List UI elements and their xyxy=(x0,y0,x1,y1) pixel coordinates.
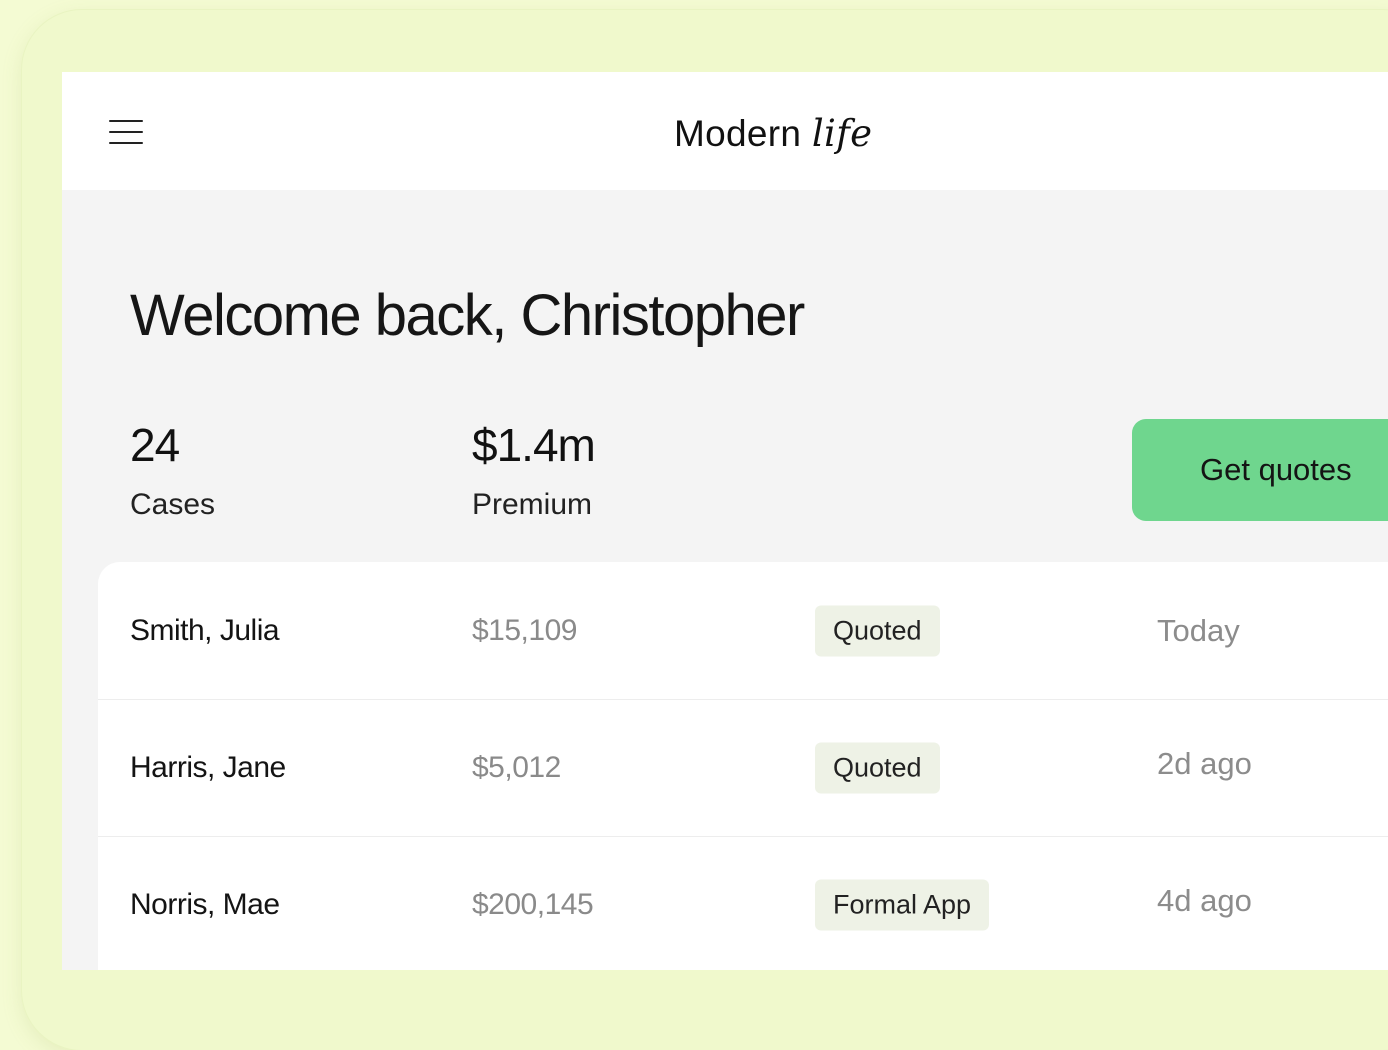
case-name: Norris, Mae xyxy=(130,887,280,921)
stat-cases: 24 Cases xyxy=(130,422,215,520)
case-time: 2d ago xyxy=(1157,745,1252,781)
stat-premium: $1.4m Premium xyxy=(472,419,596,521)
modern-life-logo[interactable]: Modern life xyxy=(674,112,872,155)
table-row[interactable]: Norris, Mae $200,145 Formal App 4d ago xyxy=(98,836,1388,970)
stat-cases-label: Cases xyxy=(130,488,216,521)
top-bar: Modern life xyxy=(62,72,1388,190)
get-quotes-button[interactable]: Get quotes xyxy=(1132,419,1388,521)
welcome-heading: Welcome back, Christopher xyxy=(130,283,805,348)
case-time: Today xyxy=(1157,612,1240,648)
logo-script-text: life xyxy=(811,112,873,155)
hamburger-menu-icon[interactable] xyxy=(106,116,146,148)
status-badge: Quoted xyxy=(815,742,940,793)
app-screen: Modern life Welcome back, Christopher 24… xyxy=(62,72,1388,970)
table-row[interactable]: Harris, Jane $5,012 Quoted 2d ago xyxy=(98,699,1388,837)
logo-text: Modern xyxy=(674,113,812,154)
case-name: Harris, Jane xyxy=(130,750,286,784)
case-time: 4d ago xyxy=(1157,882,1252,918)
case-amount: $15,109 xyxy=(472,613,577,647)
stat-premium-value: $1.4m xyxy=(472,419,596,471)
stat-cases-value: 24 xyxy=(130,419,180,471)
stat-premium-label: Premium xyxy=(472,488,593,521)
table-row[interactable]: Smith, Julia $15,109 Quoted Today xyxy=(98,562,1388,700)
cases-table: Smith, Julia $15,109 Quoted Today Harris… xyxy=(98,562,1388,970)
status-badge: Formal App xyxy=(815,879,990,930)
case-amount: $200,145 xyxy=(472,887,594,921)
case-amount: $5,012 xyxy=(472,750,561,784)
status-badge: Quoted xyxy=(815,605,940,656)
case-name: Smith, Julia xyxy=(130,613,280,647)
